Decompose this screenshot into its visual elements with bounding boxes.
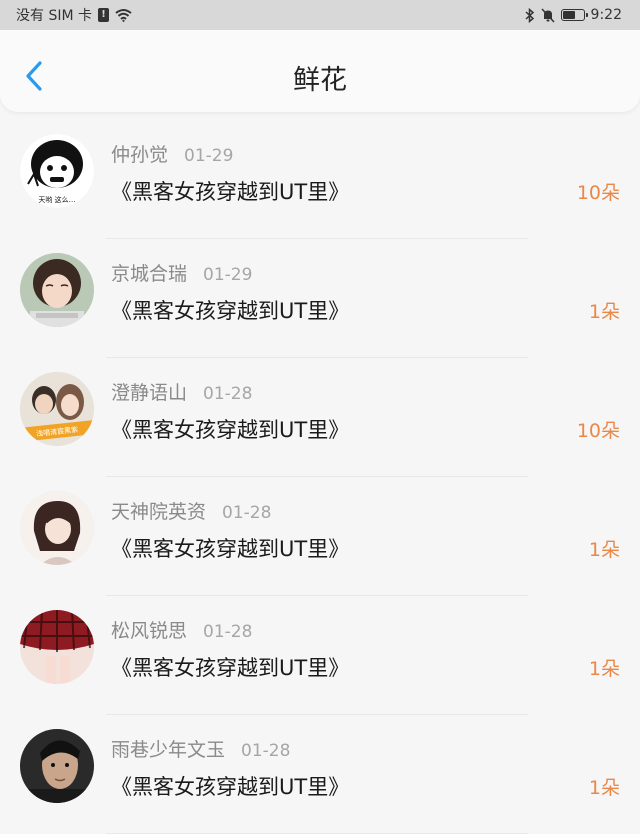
- username[interactable]: 京城合瑞: [111, 259, 187, 286]
- mute-bell-icon: [540, 7, 555, 23]
- page-title: 鲜花: [293, 65, 347, 96]
- avatar-portrait-image: [20, 729, 94, 803]
- book-title[interactable]: 《黑客女孩穿越到UT里》: [111, 295, 349, 325]
- avatar[interactable]: [20, 253, 94, 327]
- date: 01-29: [184, 146, 234, 166]
- username[interactable]: 天神院英资: [111, 497, 206, 524]
- flower-count: 1朵: [588, 301, 620, 323]
- avatar-illustration-image: [20, 491, 94, 565]
- book-title[interactable]: 《黑客女孩穿越到UT里》: [111, 533, 349, 563]
- sim-alert-icon: !: [98, 8, 109, 22]
- avatar[interactable]: [20, 729, 94, 803]
- app-header: 鲜花: [0, 30, 640, 112]
- username[interactable]: 澄静语山: [111, 378, 187, 405]
- list-item[interactable]: 松风锐思 01-28 《黑客女孩穿越到UT里》 1朵: [0, 596, 640, 715]
- item-meta: 澄静语山 01-28: [111, 378, 252, 405]
- list-item[interactable]: 浅唱清宸黑紫 澄静语山 01-28 《黑客女孩穿越到UT里》 10朵: [0, 358, 640, 477]
- book-title[interactable]: 《黑客女孩穿越到UT里》: [111, 652, 349, 682]
- date: 01-28: [203, 622, 253, 642]
- avatar-photo-image: [20, 253, 94, 327]
- list-item[interactable]: 京城合瑞 01-29 《黑客女孩穿越到UT里》 1朵: [0, 239, 640, 358]
- flower-count: 1朵: [588, 658, 620, 680]
- item-meta: 京城合瑞 01-29: [111, 259, 252, 286]
- date: 01-28: [241, 741, 291, 761]
- flower-count: 1朵: [588, 777, 620, 799]
- battery-icon: [560, 9, 588, 21]
- svg-text:天哟 这么…: 天哟 这么…: [38, 195, 75, 204]
- avatar[interactable]: 浅唱清宸黑紫: [20, 372, 94, 446]
- avatar-meme-image: 天哟 这么…: [20, 134, 94, 208]
- avatar-plaid-image: [20, 610, 94, 684]
- username[interactable]: 仲孙觉: [111, 140, 168, 167]
- wifi-icon: [115, 9, 132, 22]
- book-title[interactable]: 《黑客女孩穿越到UT里》: [111, 771, 349, 801]
- avatar[interactable]: [20, 491, 94, 565]
- book-title[interactable]: 《黑客女孩穿越到UT里》: [111, 176, 349, 206]
- bluetooth-icon: [525, 7, 534, 23]
- avatar-couple-image: 浅唱清宸黑紫: [20, 372, 94, 446]
- avatar[interactable]: [20, 610, 94, 684]
- list-item[interactable]: 天神院英资 01-28 《黑客女孩穿越到UT里》 1朵: [0, 477, 640, 596]
- status-right: 9:22: [525, 7, 622, 23]
- flower-count: 1朵: [588, 539, 620, 561]
- carrier-label: 没有 SIM 卡: [16, 8, 92, 24]
- clock: 9:22: [590, 7, 622, 23]
- list-item[interactable]: 雨巷少年文玉 01-28 《黑客女孩穿越到UT里》 1朵: [0, 715, 640, 834]
- date: 01-28: [222, 503, 272, 523]
- flower-count: 10朵: [576, 420, 620, 442]
- item-meta: 仲孙觉 01-29: [111, 140, 233, 167]
- status-bar: 没有 SIM 卡 ! 9:22: [0, 0, 640, 30]
- date: 01-29: [203, 265, 253, 285]
- item-meta: 松风锐思 01-28: [111, 616, 252, 643]
- gift-list: 天哟 这么… 仲孙觉 01-29 《黑客女孩穿越到UT里》 10朵 京城合瑞 0…: [0, 120, 640, 834]
- username[interactable]: 雨巷少年文玉: [111, 735, 225, 762]
- avatar[interactable]: 天哟 这么…: [20, 134, 94, 208]
- date: 01-28: [203, 384, 253, 404]
- item-meta: 雨巷少年文玉 01-28: [111, 735, 290, 762]
- flower-count: 10朵: [576, 182, 620, 204]
- status-left: 没有 SIM 卡 !: [16, 5, 132, 25]
- list-item[interactable]: 天哟 这么… 仲孙觉 01-29 《黑客女孩穿越到UT里》 10朵: [0, 120, 640, 239]
- book-title[interactable]: 《黑客女孩穿越到UT里》: [111, 414, 349, 444]
- item-meta: 天神院英资 01-28: [111, 497, 271, 524]
- username[interactable]: 松风锐思: [111, 616, 187, 643]
